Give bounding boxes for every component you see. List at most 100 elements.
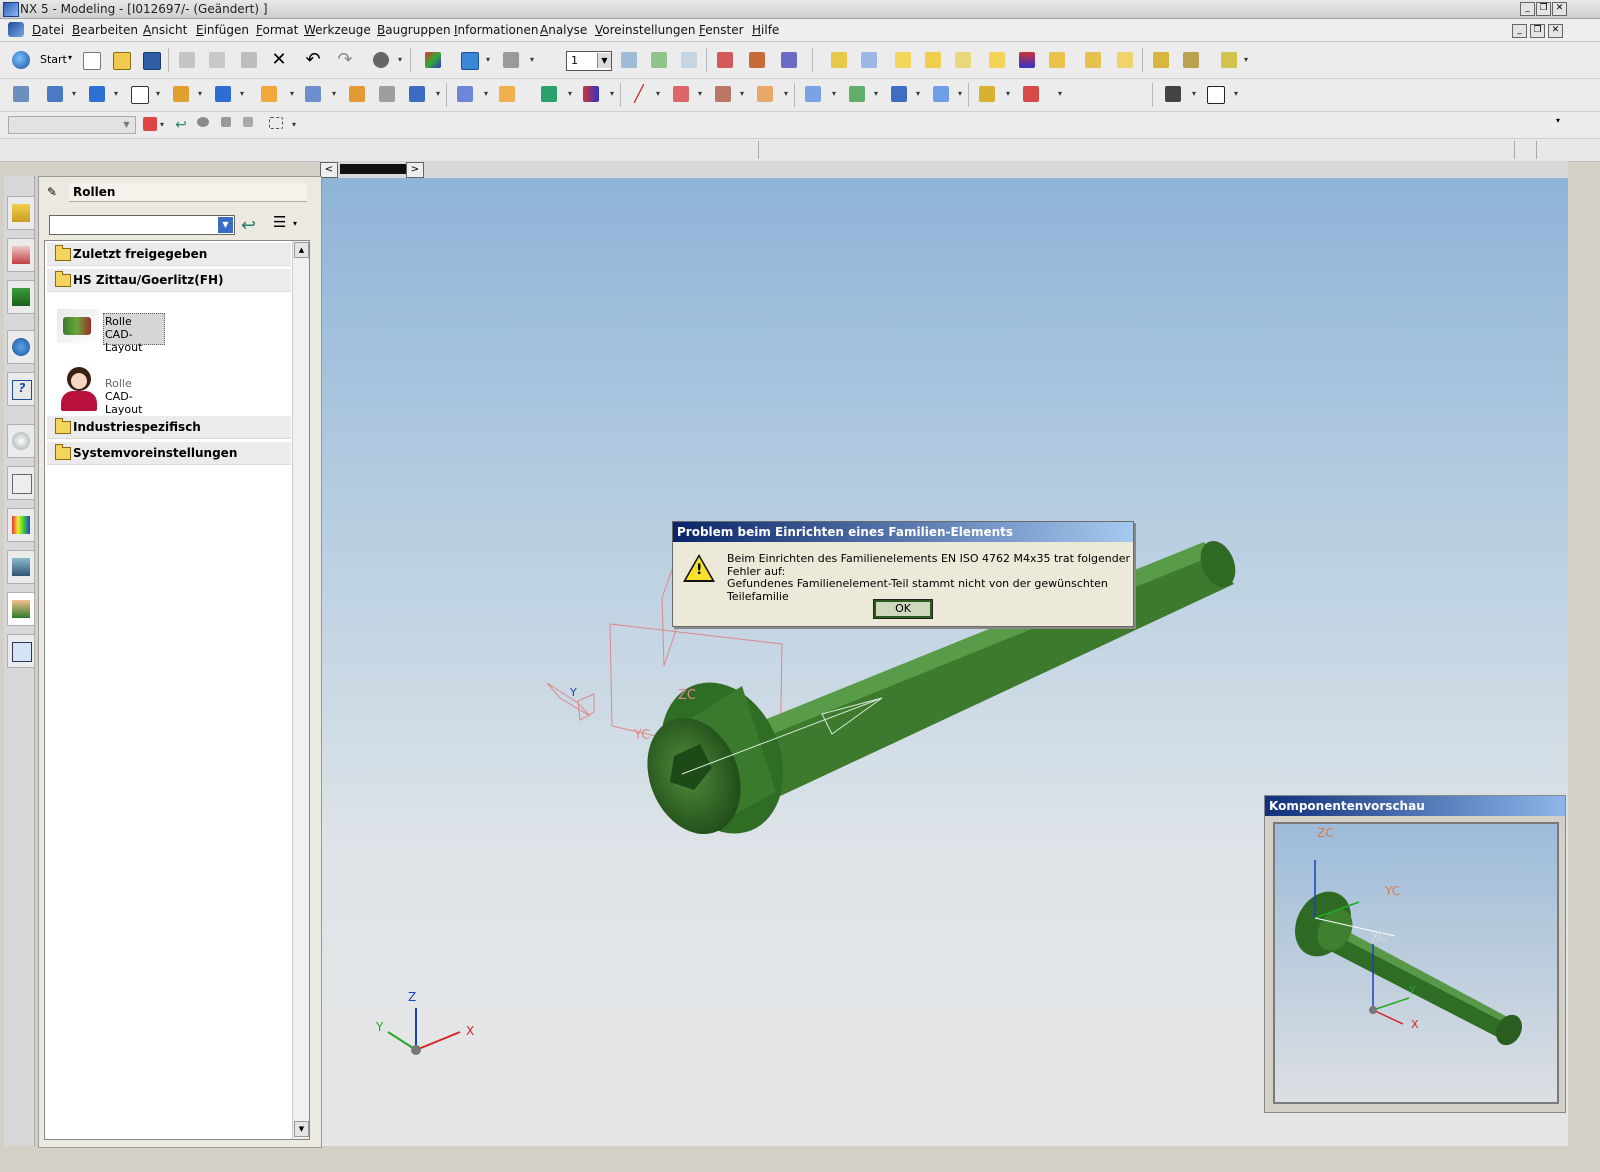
chevron-down-icon[interactable]: ▾ xyxy=(486,49,492,71)
mesh-surface-button[interactable] xyxy=(846,83,868,105)
add-component-button[interactable] xyxy=(828,49,850,71)
open-button[interactable] xyxy=(110,49,132,71)
help-icon[interactable]: ? xyxy=(7,372,35,406)
save-button[interactable] xyxy=(140,49,162,71)
folder-industriespezifisch[interactable]: Industriespezifisch xyxy=(47,416,291,439)
nx-menu-icon[interactable] xyxy=(8,22,24,37)
chevron-down-icon[interactable]: ▾ xyxy=(292,114,298,136)
scroll-up-icon[interactable]: ▲ xyxy=(294,242,309,258)
wcs-dynamic-button[interactable] xyxy=(714,49,736,71)
layer-category-button[interactable] xyxy=(678,49,700,71)
panel-scrollbar[interactable]: ▲ ▼ xyxy=(292,241,309,1139)
menu-datei[interactable]: Datei xyxy=(32,23,64,37)
split-body-button[interactable] xyxy=(580,83,602,105)
select-feature-button[interactable] xyxy=(218,114,240,136)
ok-button[interactable]: OK xyxy=(873,599,933,619)
chevron-down-icon[interactable]: ▾ xyxy=(1556,116,1560,125)
assembly-navigator-button[interactable] xyxy=(1180,49,1202,71)
dialog-title-bar[interactable]: Problem beim Einrichten eines Familien-E… xyxy=(673,522,1133,542)
menu-hilfe[interactable]: Hilfe xyxy=(752,23,779,37)
arc-button[interactable] xyxy=(670,83,692,105)
wcs-origin-button[interactable] xyxy=(746,49,768,71)
menu-ansicht[interactable]: Ansicht xyxy=(143,23,187,37)
chevron-down-icon[interactable]: ▾ xyxy=(1058,83,1064,105)
chevron-down-icon[interactable]: ▾ xyxy=(290,83,296,105)
start-button[interactable]: Start ▾ xyxy=(10,49,78,71)
restore-button[interactable]: ❐ xyxy=(1536,2,1551,16)
measure-distance-button[interactable] xyxy=(976,83,998,105)
scroll-right-icon[interactable]: > xyxy=(406,162,424,178)
block-button[interactable] xyxy=(86,83,108,105)
repeat-command-button[interactable] xyxy=(370,49,392,71)
hole-button[interactable] xyxy=(258,83,280,105)
datum-plane-button[interactable] xyxy=(128,83,150,105)
chevron-down-icon[interactable]: ▼ xyxy=(218,217,233,233)
offset-curve-button[interactable] xyxy=(754,83,776,105)
scroll-left-icon[interactable]: < xyxy=(320,162,338,178)
link-icon[interactable] xyxy=(1150,49,1172,71)
chevron-down-icon[interactable]: ▾ xyxy=(72,83,78,105)
chevron-down-icon[interactable]: ▾ xyxy=(114,83,120,105)
through-curves-button[interactable] xyxy=(802,83,824,105)
exploded-views-button[interactable] xyxy=(1114,49,1136,71)
chevron-down-icon[interactable]: ▾ xyxy=(916,83,922,105)
chevron-down-icon[interactable]: ▾ xyxy=(784,83,790,105)
view-button[interactable] xyxy=(44,83,66,105)
reposition-component-button[interactable] xyxy=(1016,49,1038,71)
spline-button[interactable] xyxy=(712,83,734,105)
chevron-down-icon[interactable]: ▾ xyxy=(332,83,338,105)
menu-analyse[interactable]: Analyse xyxy=(540,23,587,37)
trim-body-button[interactable] xyxy=(406,83,428,105)
revolve-button[interactable] xyxy=(212,83,234,105)
chevron-down-icon[interactable]: ▼ xyxy=(119,117,134,133)
visible-in-view-button[interactable] xyxy=(648,49,670,71)
delete-icon[interactable]: ✕ xyxy=(268,49,290,71)
cut-button[interactable] xyxy=(176,49,198,71)
menu-informationen[interactable]: Informationen xyxy=(454,23,538,37)
doc-restore-button[interactable]: ❐ xyxy=(1530,24,1545,38)
process-studio-tab[interactable] xyxy=(7,550,35,584)
line-icon[interactable]: ╱ xyxy=(628,83,650,105)
chevron-down-icon[interactable]: ▾ xyxy=(198,83,204,105)
chevron-down-icon[interactable]: ▾ xyxy=(484,83,490,105)
face-analysis-button[interactable] xyxy=(930,83,952,105)
chevron-down-icon[interactable]: ▾ xyxy=(293,219,297,228)
scroll-down-icon[interactable]: ▼ xyxy=(294,1121,309,1137)
chevron-down-icon[interactable]: ▾ xyxy=(160,114,166,136)
minimize-button[interactable]: _ xyxy=(1520,2,1535,16)
preview-title-bar[interactable]: Komponentenvorschau xyxy=(1265,796,1565,816)
wcs-rotate-button[interactable] xyxy=(778,49,800,71)
menu-bearbeiten[interactable]: Bearbeiten xyxy=(72,23,138,37)
doc-minimize-button[interactable]: _ xyxy=(1512,24,1527,38)
chevron-down-icon[interactable]: ▾ xyxy=(1234,83,1240,105)
roles-filter-select[interactable]: ▼ xyxy=(49,215,235,235)
chevron-down-icon[interactable]: ▾ xyxy=(1192,83,1198,105)
menu-fenster[interactable]: Fenster xyxy=(699,23,744,37)
folder-hs-zittau[interactable]: HS Zittau/Goerlitz(FH) xyxy=(47,269,291,292)
menu-einfuegen[interactable]: Einfügen xyxy=(196,23,249,37)
layer-settings-button[interactable] xyxy=(618,49,640,71)
chevron-down-icon[interactable]: ▾ xyxy=(436,83,442,105)
chevron-down-icon[interactable]: ▾ xyxy=(740,83,746,105)
chevron-down-icon[interactable]: ▾ xyxy=(874,83,880,105)
chevron-down-icon[interactable]: ▾ xyxy=(398,49,404,71)
chevron-down-icon[interactable]: ▾ xyxy=(568,83,574,105)
undo-icon[interactable]: ↶ xyxy=(302,49,324,71)
print-button[interactable] xyxy=(500,49,522,71)
assembly-more-button[interactable] xyxy=(1218,49,1240,71)
chevron-down-icon[interactable]: ▾ xyxy=(832,83,838,105)
window-arrange-button[interactable] xyxy=(1204,83,1226,105)
pin-icon[interactable]: ✎ xyxy=(47,185,57,199)
roles-tab[interactable] xyxy=(7,592,35,626)
snap-point-button[interactable] xyxy=(140,114,162,136)
reuse-library-tab[interactable] xyxy=(7,280,35,314)
unite-button[interactable] xyxy=(454,83,476,105)
web-browser-tab[interactable] xyxy=(7,330,35,364)
role-cad-layout-person[interactable]: Rolle CAD-Layout xyxy=(57,365,167,416)
chevron-down-icon[interactable]: ▾ xyxy=(1244,49,1250,71)
render-style-button[interactable] xyxy=(458,49,480,71)
paste-button[interactable] xyxy=(238,49,260,71)
chevron-down-icon[interactable]: ▾ xyxy=(240,83,246,105)
chevron-down-icon[interactable]: ▾ xyxy=(656,83,662,105)
graphics-tab-scroll-thumb[interactable] xyxy=(340,164,406,174)
